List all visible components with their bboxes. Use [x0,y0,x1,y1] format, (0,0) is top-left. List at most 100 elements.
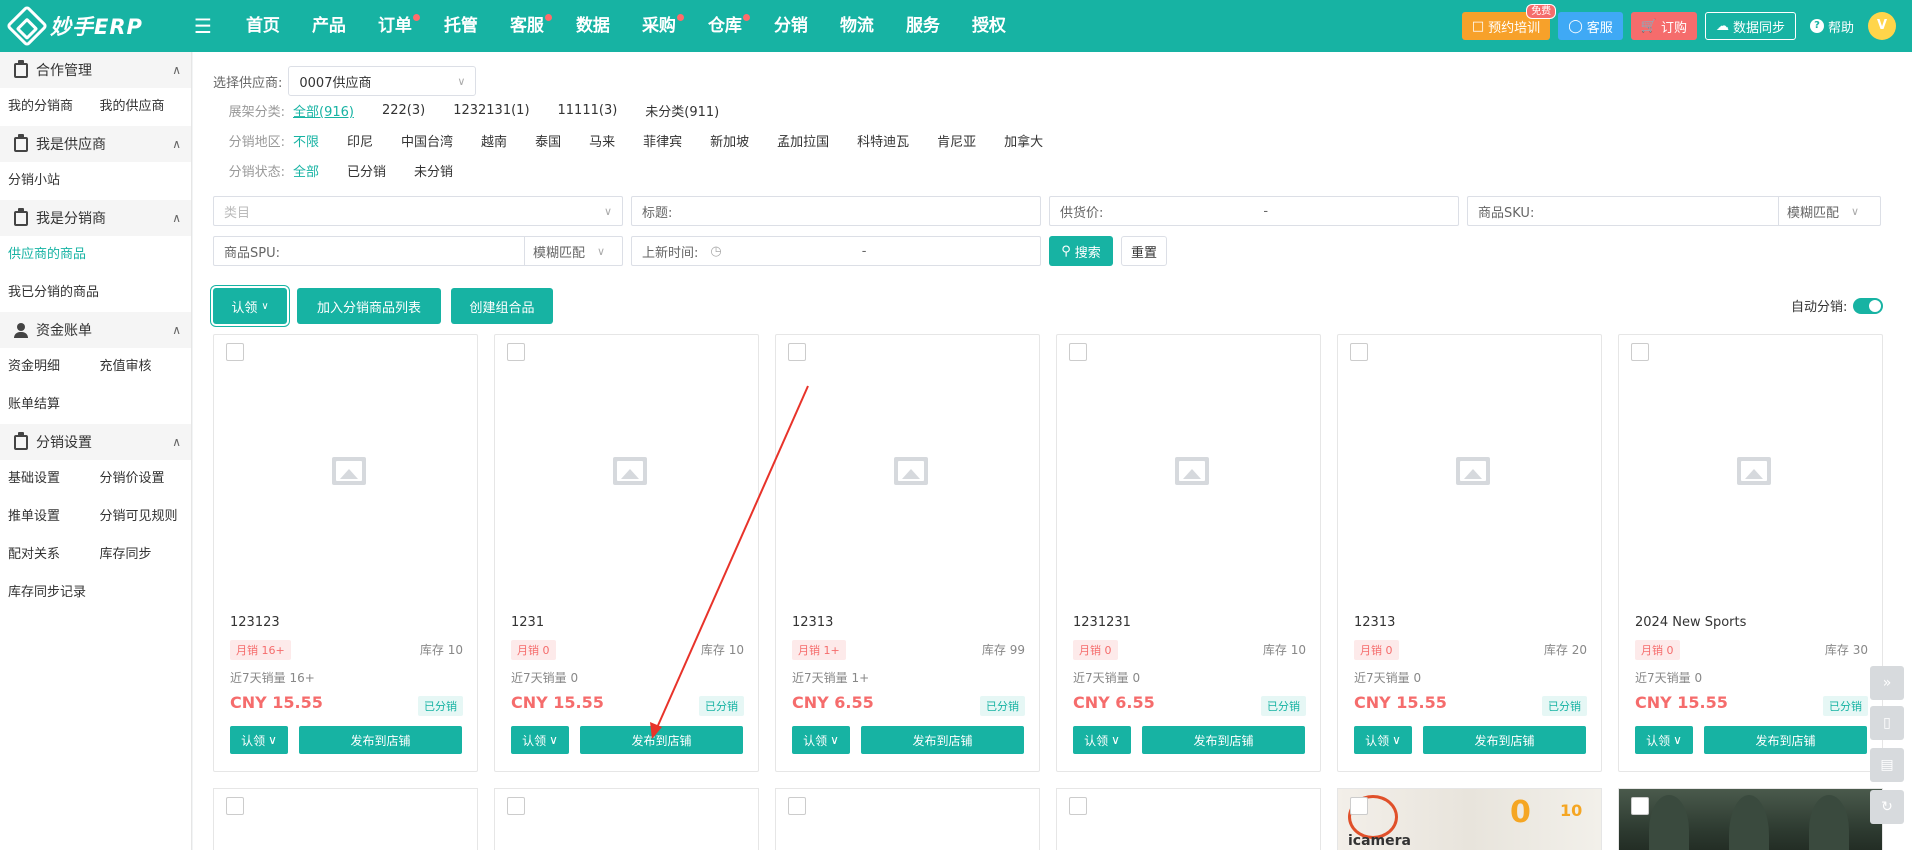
sidebar-group-3[interactable]: 资金账单 ∧ [0,312,191,348]
new-time-range-input[interactable]: 上新时间: ◷ - [631,236,1041,266]
nav-item-9[interactable]: 物流 [824,0,890,52]
expand-icon[interactable]: » [1870,666,1904,700]
filter-option[interactable]: 全部 [293,161,319,180]
sidebar-item[interactable]: 我已分销的商品 [4,274,187,312]
claim-button[interactable]: 认领 ∨ [230,726,288,754]
filter-option[interactable]: 全部(916) [293,101,354,120]
filter-option[interactable]: 越南 [481,131,507,150]
publish-to-store-button[interactable]: 发布到店铺 [1704,726,1867,754]
training-button[interactable]: □ 预约培训 免费 [1461,4,1557,40]
card-checkbox[interactable] [507,343,525,361]
spu-match-select[interactable]: 模糊匹配 ∨ [525,242,613,261]
help-button[interactable]: ? 帮助 [1809,17,1854,36]
product-card[interactable]: icamera 0 10 [1337,788,1602,850]
claim-button[interactable]: 认领 ∨ [1635,726,1693,754]
product-card[interactable] [775,788,1040,850]
claim-button[interactable]: 认领 ∨ [1073,726,1131,754]
nav-item-11[interactable]: 授权 [956,0,1022,52]
sidebar-item[interactable]: 充值审核 [96,348,188,386]
avatar[interactable]: V [1868,12,1896,40]
sidebar-item[interactable]: 分销可见规则 [96,498,188,536]
product-card[interactable]: 1231 月销 0 库存 10 近7天销量 0 CNY 15.55 已分销 认领 ∨ 发布到店铺 [494,334,759,772]
publish-to-store-button[interactable]: 发布到店铺 [1142,726,1305,754]
filter-option[interactable]: 中国台湾 [401,131,453,150]
product-card[interactable]: 12313 月销 1+ 库存 99 近7天销量 1+ CNY 6.55 已分销 认领 ∨ 发布到… [775,334,1040,772]
sidebar-item[interactable]: 分销价设置 [96,460,188,498]
category-select[interactable]: 类目 ∨ [213,196,623,226]
nav-item-6[interactable]: 采购 [626,0,692,52]
publish-to-store-button[interactable]: 发布到店铺 [299,726,462,754]
card-checkbox[interactable] [788,343,806,361]
card-checkbox[interactable] [1631,343,1649,361]
claim-button[interactable]: 认领 ∨ [511,726,569,754]
sku-input[interactable]: 商品SKU: 模糊匹配 ∨ [1467,196,1881,226]
price-range-input[interactable]: 供货价: - [1049,196,1459,226]
card-checkbox[interactable] [507,797,525,815]
nav-item-4[interactable]: 客服 [494,0,560,52]
sidebar-group-1[interactable]: 我是供应商 ∧ [0,126,191,162]
product-card[interactable]: 2024 New Sports 月销 0 库存 30 近7天销量 0 CNY 15.55… [1618,334,1883,772]
sidebar-group-4[interactable]: 分销设置 ∧ [0,424,191,460]
card-checkbox[interactable] [1350,797,1368,815]
filter-option[interactable]: 新加坡 [710,131,749,150]
card-checkbox[interactable] [226,797,244,815]
product-card[interactable] [1056,788,1321,850]
claim-button[interactable]: 认领 ∨ [1354,726,1412,754]
filter-option[interactable]: 印尼 [347,131,373,150]
product-card[interactable]: 12313 月销 0 库存 20 近7天销量 0 CNY 15.55 已分销 认领 ∨ 发布到店… [1337,334,1602,772]
card-checkbox[interactable] [1069,797,1087,815]
title-input[interactable]: 标题: [631,196,1041,226]
sidebar-item[interactable]: 供应商的商品 [4,236,187,274]
nav-item-0[interactable]: 首页 [230,0,296,52]
search-button[interactable]: ⚲ 搜索 [1049,236,1113,266]
subscribe-button[interactable]: 🛒 订购 [1630,12,1697,40]
filter-option[interactable]: 菲律宾 [643,131,682,150]
reset-button[interactable]: 重置 [1121,236,1167,266]
publish-to-store-button[interactable]: 发布到店铺 [1423,726,1586,754]
filter-option[interactable]: 未分销 [414,161,453,180]
nav-item-3[interactable]: 托管 [428,0,494,52]
card-checkbox[interactable] [1631,797,1649,815]
menu-toggle-icon[interactable]: ☰ [194,14,212,38]
sku-match-select[interactable]: 模糊匹配 ∨ [1779,202,1867,221]
publish-to-store-button[interactable]: 发布到店铺 [580,726,743,754]
auto-distribution-toggle[interactable] [1853,297,1884,314]
claim-button[interactable]: 认领 ∨ [792,726,850,754]
bulk-claim-button[interactable]: 认领 ∨ [213,288,287,324]
sidebar-item[interactable]: 我的分销商 [4,88,96,126]
supplier-select[interactable]: 0007供应商 ∨ [288,66,477,96]
product-card[interactable]: 1231231 月销 0 库存 10 近7天销量 0 CNY 6.55 已分销 认领 ∨ 发布到… [1056,334,1321,772]
product-card[interactable] [1618,788,1883,850]
sidebar-item[interactable]: 配对关系 [4,536,96,574]
notes-icon[interactable]: ▤ [1870,748,1904,782]
sidebar-item[interactable]: 账单结算 [4,386,96,424]
card-checkbox[interactable] [1350,343,1368,361]
spu-input[interactable]: 商品SPU: 模糊匹配 ∨ [213,236,623,266]
sidebar-item[interactable]: 资金明细 [4,348,96,386]
publish-to-store-button[interactable]: 发布到店铺 [861,726,1024,754]
nav-item-1[interactable]: 产品 [296,0,362,52]
filter-option[interactable]: 已分销 [347,161,386,180]
filter-option[interactable]: 科特迪瓦 [857,131,909,150]
filter-option[interactable]: 不限 [293,131,319,150]
card-checkbox[interactable] [788,797,806,815]
filter-option[interactable]: 11111(3) [558,103,618,118]
add-to-dist-list-button[interactable]: 加入分销商品列表 [297,288,441,324]
refresh-icon[interactable]: ↻ [1870,790,1904,824]
mobile-icon[interactable]: ▯ [1870,706,1904,740]
nav-item-5[interactable]: 数据 [560,0,626,52]
card-checkbox[interactable] [1069,343,1087,361]
sidebar-group-2[interactable]: 我是分销商 ∧ [0,200,191,236]
filter-option[interactable]: 马来 [589,131,615,150]
filter-option[interactable]: 加拿大 [1004,131,1043,150]
sidebar-group-0[interactable]: 合作管理 ∧ [0,52,191,88]
sidebar-item[interactable]: 分销小站 [4,162,187,200]
sidebar-item[interactable]: 库存同步 [96,536,188,574]
sidebar-item[interactable]: 基础设置 [4,460,96,498]
filter-option[interactable]: 未分类(911) [645,101,719,120]
product-card[interactable] [494,788,759,850]
logo[interactable]: 妙手ERP [0,4,200,48]
nav-item-8[interactable]: 分销 [758,0,824,52]
nav-item-2[interactable]: 订单 [362,0,428,52]
card-checkbox[interactable] [226,343,244,361]
